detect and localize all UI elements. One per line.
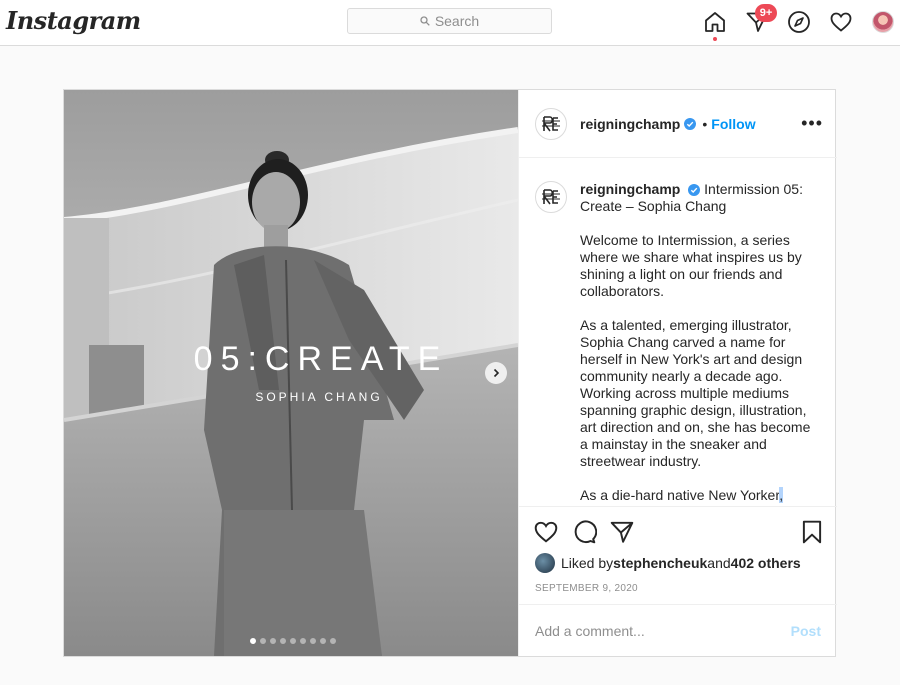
post-date[interactable]: SEPTEMBER 9, 2020 (535, 583, 638, 594)
reigning-champ-logo-icon (542, 189, 560, 205)
post-media[interactable]: 05:CREATE SOPHIA CHANG (64, 90, 518, 656)
carousel-dot (260, 638, 266, 644)
caption-paragraph-3: As a die-hard native New Yorker (580, 487, 780, 503)
profile-avatar[interactable] (872, 11, 894, 33)
home-icon[interactable] (702, 9, 728, 35)
carousel-dot (270, 638, 276, 644)
notification-badge: 9+ (755, 4, 777, 22)
more-options-button[interactable]: ••• (801, 114, 823, 132)
carousel-dot (300, 638, 306, 644)
liker-avatar[interactable] (535, 553, 555, 573)
caption-paragraph-2: As a talented, emerging illustrator, Sop… (580, 317, 811, 469)
top-nav: Instagram Search 9+ (0, 0, 900, 46)
post-sidebar: reigningchamp • Follow ••• reigningchamp… (518, 90, 837, 656)
text-selection-highlight: , (779, 487, 784, 503)
share-paper-plane-icon[interactable] (609, 519, 635, 545)
reigning-champ-logo-icon (542, 115, 560, 131)
caption-paragraph-1: Welcome to Intermission, a series where … (580, 232, 802, 299)
verified-badge-icon (684, 117, 697, 130)
activity-heart-icon[interactable] (828, 9, 854, 35)
chevron-right-icon (493, 368, 500, 378)
caption-avatar[interactable] (535, 181, 567, 213)
carousel-dot (310, 638, 316, 644)
carousel-indicator (250, 638, 336, 644)
explore-icon[interactable] (786, 9, 812, 35)
likes-others-link[interactable]: 402 others (731, 555, 801, 571)
likes-summary: Liked by stephencheuk and 402 others (535, 553, 801, 573)
post-comment-button[interactable]: Post (791, 623, 821, 639)
caption-text: reigningchamp Intermission 05: Create – … (580, 181, 813, 505)
media-subtitle: SOPHIA CHANG (255, 390, 383, 404)
brand-avatar[interactable] (535, 107, 567, 140)
comment-input[interactable] (535, 622, 791, 639)
carousel-dot (280, 638, 286, 644)
follow-button[interactable]: Follow (711, 116, 755, 132)
post-username[interactable]: reigningchamp (580, 116, 680, 132)
likes-middle: and (707, 555, 731, 571)
post-card: 05:CREATE SOPHIA CHANG reigningchamp • F… (63, 89, 837, 657)
carousel-dot (250, 638, 256, 644)
likes-prefix: Liked by (561, 555, 614, 571)
post-header: reigningchamp • Follow ••• (519, 90, 837, 158)
carousel-dot (320, 638, 326, 644)
carousel-dot (290, 638, 296, 644)
verified-badge-icon (688, 184, 701, 196)
caption-username[interactable]: reigningchamp (580, 181, 680, 197)
comment-bubble-icon[interactable] (571, 519, 597, 545)
liker-username[interactable]: stephencheuk (613, 555, 707, 571)
home-active-dot (713, 37, 717, 41)
like-heart-icon[interactable] (533, 519, 559, 545)
header-separator: • (702, 115, 708, 132)
save-bookmark-icon[interactable] (799, 519, 825, 545)
caption-section: reigningchamp Intermission 05: Create – … (519, 159, 837, 505)
comment-bar: Post (519, 604, 837, 656)
carousel-dot (330, 638, 336, 644)
media-title: 05:CREATE (193, 340, 449, 378)
post-actions (519, 506, 837, 556)
carousel-next-button[interactable] (485, 362, 507, 384)
